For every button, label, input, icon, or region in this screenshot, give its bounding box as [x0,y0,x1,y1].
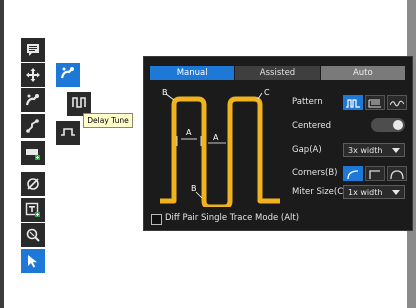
miter-size-select[interactable]: 1x width [343,185,405,199]
corner-label-b1: B [162,89,168,97]
delay-tune-icon [71,94,87,114]
add-pad-icon [25,145,41,161]
trace-path [160,96,280,207]
single-bump-icon [60,123,76,143]
pattern-sawtooth-button[interactable] [365,95,385,110]
select-button[interactable] [21,249,45,273]
tab-manual[interactable]: Manual [150,66,236,80]
gap-value: 3x width [348,146,383,155]
route-icon [25,118,41,134]
add-text-button[interactable] [21,198,45,222]
diff-pair-checkbox[interactable] [151,214,162,225]
miter-size-label: Miter Size(C) [292,187,347,197]
tune-length-icon [60,65,76,85]
pattern-trombone-button[interactable] [343,95,363,110]
pattern-wave-button[interactable] [387,95,407,110]
gap-select[interactable]: 3x width [343,143,405,157]
corner-round-button[interactable] [387,166,407,181]
corner-square-button[interactable] [365,166,385,181]
comment-button[interactable] [21,38,45,62]
toggle-knob [393,120,403,130]
pattern-selector [343,95,409,110]
gap-label-a1: A [186,128,192,137]
edit-trace-icon [25,176,41,192]
tuning-settings-panel: Manual Assisted Auto A A B B C Pattern C… [143,56,413,231]
inspect-button[interactable] [21,223,45,247]
arc-corner-icon [346,164,360,183]
round-corner-icon [390,164,404,183]
corners-label: Corners(B) [292,168,338,178]
tuning-pattern-diagram: A A B B C [160,89,280,207]
edit-trace-button[interactable] [21,172,45,196]
wave-pattern-icon [389,93,405,112]
chevron-down-icon [392,190,400,195]
centered-label: Centered [292,121,332,131]
sawtooth-pattern-icon [368,93,382,112]
select-arrow-icon [25,253,41,269]
pattern-label: Pattern [292,97,323,107]
inspect-icon [25,227,41,243]
add-pad-button[interactable] [21,141,45,165]
diff-pair-label: Diff Pair Single Trace Mode (Alt) [165,213,300,223]
centered-toggle[interactable] [371,118,405,132]
miter-label-c: C [264,89,270,97]
mode-tabs: Manual Assisted Auto [150,66,406,80]
move-button[interactable] [21,63,45,87]
corner-arc-button[interactable] [343,166,363,181]
tooltip: Delay Tune [83,113,133,128]
add-text-icon [25,202,41,218]
tune-button[interactable] [21,88,45,112]
tab-assisted[interactable]: Assisted [235,66,321,80]
tune-icon [25,92,41,108]
corner-label-b2: B [191,184,197,193]
route-button[interactable] [21,114,45,138]
move-icon [25,67,41,83]
comment-icon [25,42,41,58]
tune-length-button[interactable] [56,63,80,87]
chevron-down-icon [392,148,400,153]
tab-auto: Auto [320,66,406,80]
gap-label-a2: A [213,133,219,142]
trombone-pattern-icon [346,93,360,112]
miter-size-value: 1x width [348,188,383,197]
single-bump-button[interactable] [56,121,80,145]
corners-selector [343,166,409,181]
gap-label: Gap(A) [292,145,322,155]
window-edge-left [0,0,4,308]
square-corner-icon [368,164,382,183]
